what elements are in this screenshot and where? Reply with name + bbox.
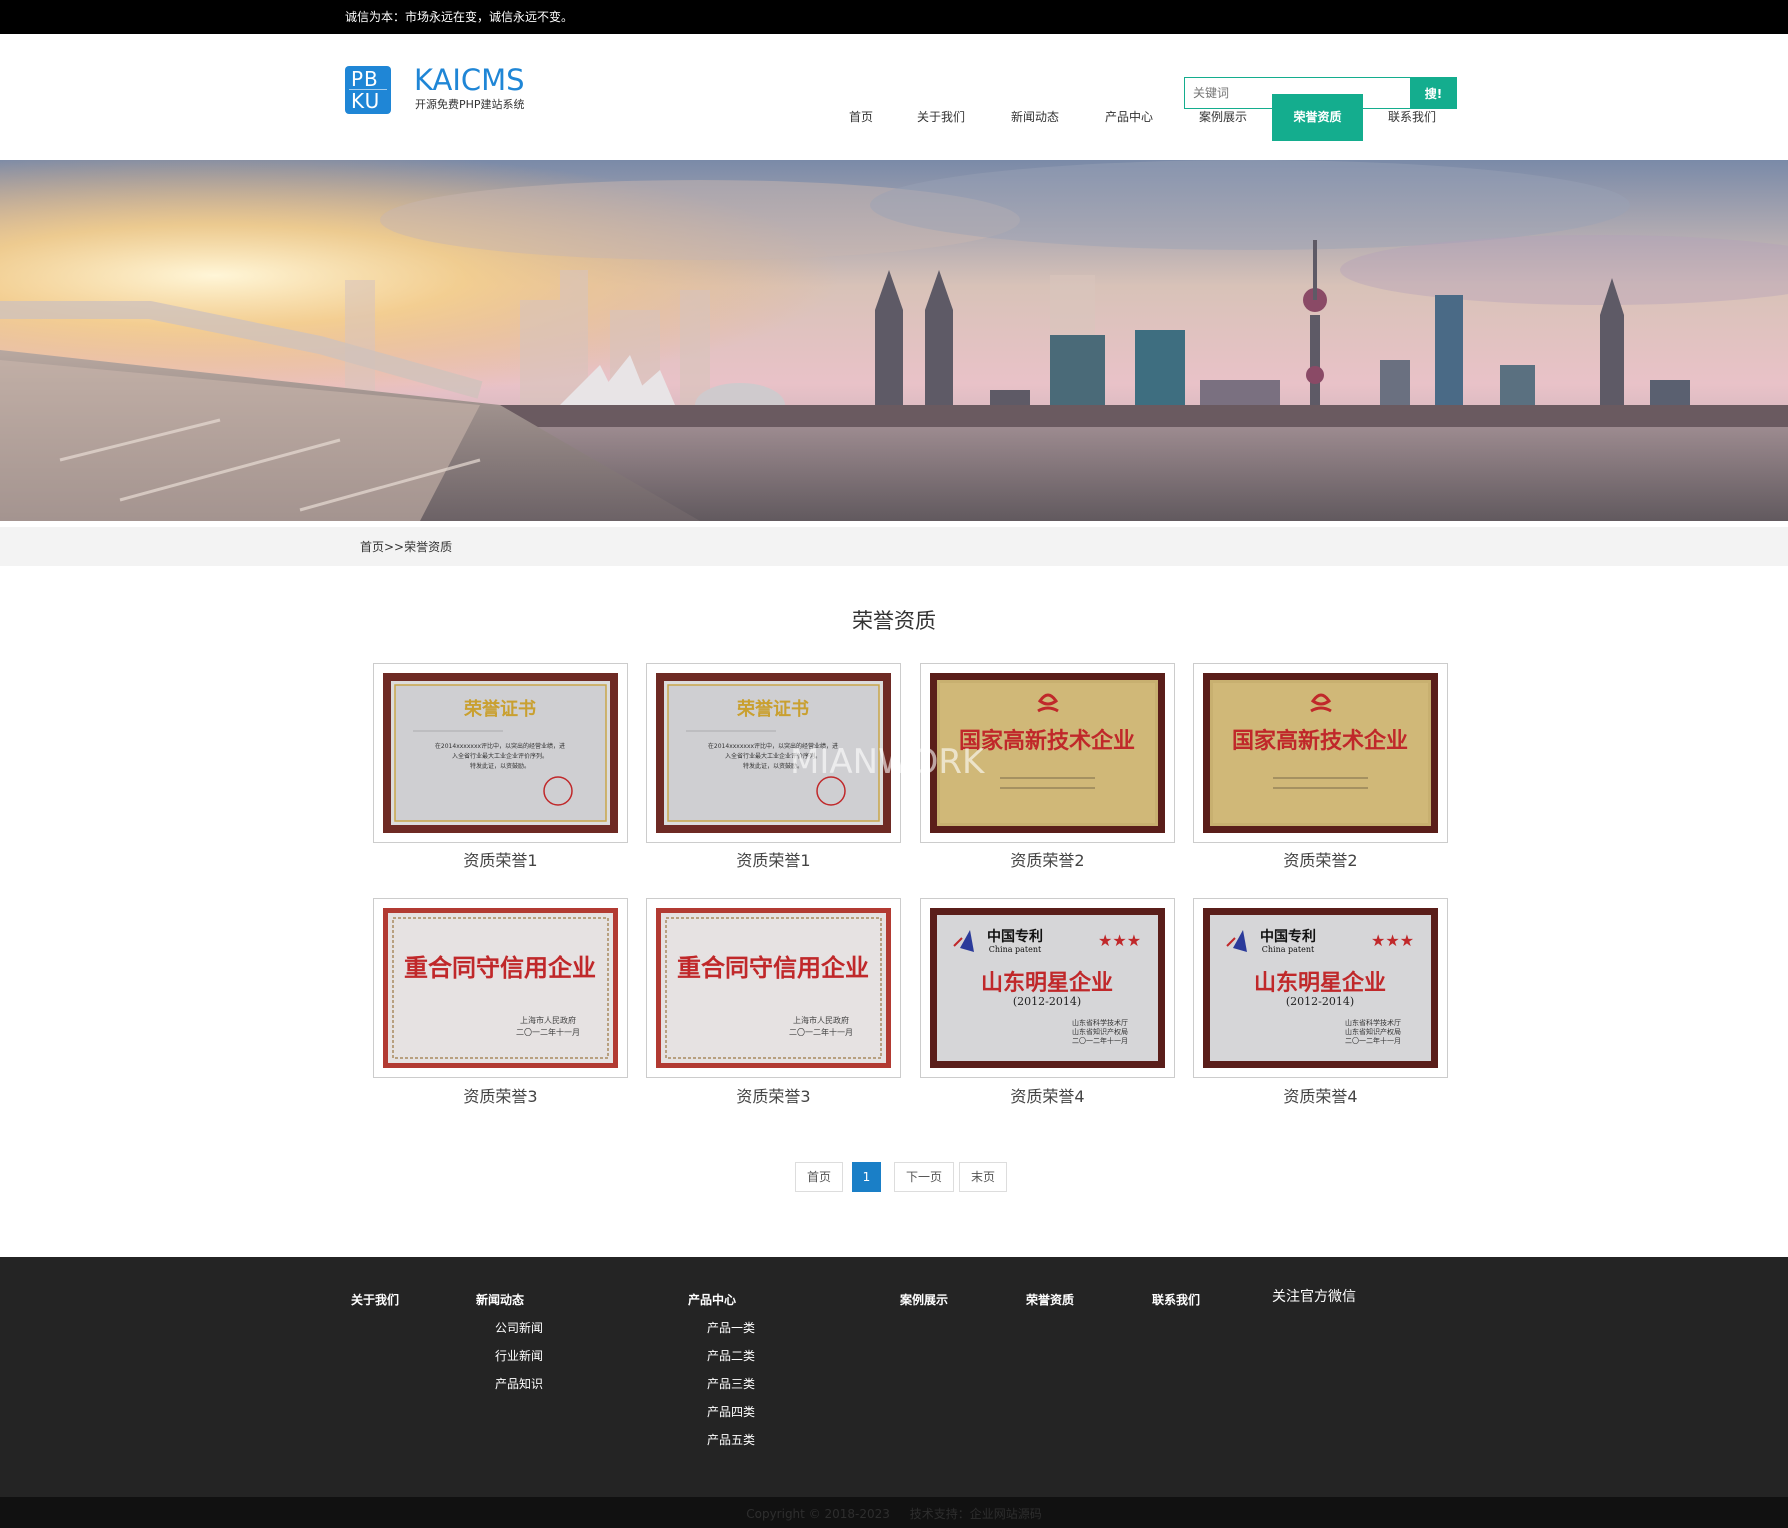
footer-heading-cases[interactable]: 案例展示 — [900, 1292, 948, 1308]
footer-heading-honors[interactable]: 荣誉资质 — [1026, 1292, 1074, 1308]
honor-card-caption[interactable]: 资质荣誉3 — [373, 1087, 628, 1107]
svg-text:山东省知识产权局: 山东省知识产权局 — [1345, 1027, 1401, 1036]
logo-mark-line2: KU — [351, 89, 381, 113]
nav-item-honors[interactable]: 荣誉资质 — [1272, 94, 1363, 141]
footer-link[interactable]: 产品一类 — [707, 1320, 755, 1336]
cert-title: 荣誉证书 — [463, 698, 536, 720]
honor-card-caption[interactable]: 资质荣誉1 — [373, 851, 628, 871]
copyright-line: Copyright © 2018-2023 技术支持：企业网站源码 — [0, 1506, 1788, 1522]
nav-item-products[interactable]: 产品中心 — [1094, 94, 1164, 141]
footer-link[interactable]: 公司新闻 — [495, 1320, 543, 1336]
footer-heading-news[interactable]: 新闻动态 — [476, 1292, 524, 1308]
hightech-plaque-icon: 国家高新技术企业 — [1203, 673, 1438, 833]
honor-card-caption[interactable]: 资质荣誉4 — [1193, 1087, 1448, 1107]
city-skyline-image — [0, 160, 1788, 521]
footer-link[interactable]: 产品知识 — [495, 1376, 543, 1392]
pagination-current[interactable]: 1 — [852, 1162, 881, 1192]
svg-text:(2012-2014): (2012-2014) — [1013, 995, 1081, 1008]
footer-link[interactable]: 产品五类 — [707, 1432, 755, 1448]
footer-heading-products[interactable]: 产品中心 — [688, 1292, 736, 1308]
top-slogan: 诚信为本：市场永远在变，诚信永远不变。 — [345, 10, 574, 24]
pagination-next[interactable]: 下一页 — [894, 1162, 954, 1192]
cert-title: 山东明星企业 — [981, 970, 1113, 996]
cert-title: 荣誉证书 — [736, 698, 809, 720]
honor-card-caption[interactable]: 资质荣誉3 — [646, 1087, 901, 1107]
breadcrumb[interactable]: 首页>>荣誉资质 — [360, 540, 452, 554]
footer-link[interactable]: 产品三类 — [707, 1376, 755, 1392]
footer-heading-about[interactable]: 关于我们 — [351, 1292, 399, 1308]
site-header: PB KU KAICMS 开源免费PHP建站系统 搜! — [0, 34, 1788, 160]
svg-text:山东省知识产权局: 山东省知识产权局 — [1072, 1027, 1128, 1036]
svg-text:山东省科学技术厅: 山东省科学技术厅 — [1072, 1018, 1128, 1027]
nav-item-news[interactable]: 新闻动态 — [1000, 94, 1070, 141]
svg-text:中国专利: 中国专利 — [987, 928, 1043, 945]
svg-text:★★★: ★★★ — [1098, 931, 1141, 950]
svg-text:China patent: China patent — [989, 945, 1042, 954]
cert-title: 重合同守信用企业 — [677, 954, 869, 982]
svg-text:★★★: ★★★ — [1371, 931, 1414, 950]
honor-card-caption[interactable]: 资质荣誉2 — [1193, 851, 1448, 871]
honor-card-caption[interactable]: 资质荣誉4 — [920, 1087, 1175, 1107]
svg-text:山东省科学技术厅: 山东省科学技术厅 — [1345, 1018, 1401, 1027]
nav-item-contact[interactable]: 联系我们 — [1377, 94, 1447, 141]
patent-plaque-icon: 中国专利 China patent ★★★ 山东明星企业 (2012-2014)… — [1203, 908, 1438, 1068]
svg-text:上海市人民政府: 上海市人民政府 — [520, 1015, 576, 1025]
credit-plaque-icon: 重合同守信用企业 上海市人民政府 二〇一二年十一月 — [656, 908, 891, 1068]
svg-text:二〇一二年十一月: 二〇一二年十一月 — [1072, 1036, 1128, 1045]
svg-text:China patent: China patent — [1262, 945, 1315, 954]
logo-mark-line1: PB — [351, 67, 379, 91]
nav-item-about[interactable]: 关于我们 — [906, 94, 976, 141]
honor-card[interactable]: 重合同守信用企业 上海市人民政府 二〇一二年十一月 — [646, 898, 901, 1078]
nav-item-cases[interactable]: 案例展示 — [1188, 94, 1258, 141]
svg-text:在2014xxxxxxx评比中，以突出的经营业绩，进: 在2014xxxxxxx评比中，以突出的经营业绩，进 — [435, 742, 565, 750]
cert-title: 国家高新技术企业 — [1232, 728, 1408, 754]
support-text[interactable]: 技术支持：企业网站源码 — [910, 1507, 1042, 1521]
nav-item-home[interactable]: 首页 — [832, 94, 890, 141]
svg-text:入全省行业最大工业企业评价序列。: 入全省行业最大工业企业评价序列。 — [452, 752, 548, 760]
patent-plaque-icon: 中国专利 China patent ★★★ 山东明星企业 (2012-2014)… — [930, 908, 1165, 1068]
honor-card[interactable]: 中国专利 China patent ★★★ 山东明星企业 (2012-2014)… — [920, 898, 1175, 1078]
footer-link[interactable]: 产品二类 — [707, 1348, 755, 1364]
honor-card[interactable]: 重合同守信用企业 上海市人民政府 二〇一二年十一月 — [373, 898, 628, 1078]
credit-plaque-icon: 重合同守信用企业 上海市人民政府 二〇一二年十一月 — [383, 908, 618, 1068]
footer-link[interactable]: 产品四类 — [707, 1404, 755, 1420]
page-title: 荣誉资质 — [852, 609, 936, 633]
svg-text:(2012-2014): (2012-2014) — [1286, 995, 1354, 1008]
honor-card-caption[interactable]: 资质荣誉1 — [646, 851, 901, 871]
logo-name[interactable]: KAICMS — [414, 64, 525, 96]
footer-heading-contact[interactable]: 联系我们 — [1152, 1292, 1200, 1308]
honor-card[interactable]: 中国专利 China patent ★★★ 山东明星企业 (2012-2014)… — [1193, 898, 1448, 1078]
logo-tagline: 开源免费PHP建站系统 — [415, 98, 525, 111]
breadcrumb-bar: 首页>>荣誉资质 — [0, 527, 1788, 566]
honor-card[interactable]: 荣誉证书 在2014xxxxxxx评比中，以突出的经营业绩，进 入全省行业最大工… — [373, 663, 628, 843]
copyright-text: Copyright © 2018-2023 — [746, 1507, 890, 1521]
honor-certificate-icon: 荣誉证书 在2014xxxxxxx评比中，以突出的经营业绩，进 入全省行业最大工… — [383, 673, 618, 833]
svg-text:上海市人民政府: 上海市人民政府 — [793, 1015, 849, 1025]
logo-mark-icon[interactable]: PB KU — [345, 66, 391, 114]
cert-title: 山东明星企业 — [1254, 970, 1386, 996]
svg-text:二〇一二年十一月: 二〇一二年十一月 — [1345, 1036, 1401, 1045]
pagination-first[interactable]: 首页 — [795, 1162, 843, 1192]
footer-link[interactable]: 行业新闻 — [495, 1348, 543, 1364]
svg-text:二〇一二年十一月: 二〇一二年十一月 — [516, 1027, 580, 1037]
watermark-text: MIANWORK — [790, 742, 985, 782]
svg-text:特发此证，以资鼓励。: 特发此证，以资鼓励。 — [470, 762, 530, 770]
svg-text:二〇一二年十一月: 二〇一二年十一月 — [789, 1027, 853, 1037]
honor-card[interactable]: 国家高新技术企业 — [1193, 663, 1448, 843]
pagination-last[interactable]: 末页 — [959, 1162, 1007, 1192]
copyright-bar: Copyright © 2018-2023 技术支持：企业网站源码 — [0, 1497, 1788, 1528]
top-bar: 诚信为本：市场永远在变，诚信永远不变。 — [0, 0, 1788, 34]
cert-title: 重合同守信用企业 — [404, 954, 596, 982]
site-footer: 关于我们 新闻动态 公司新闻 行业新闻 产品知识 产品中心 产品一类 产品二类 … — [0, 1257, 1788, 1497]
hero-banner — [0, 160, 1788, 521]
cert-title: 国家高新技术企业 — [959, 728, 1135, 754]
footer-wechat-label: 关注官方微信 — [1272, 1289, 1356, 1305]
honor-card-caption[interactable]: 资质荣誉2 — [920, 851, 1175, 871]
svg-text:中国专利: 中国专利 — [1260, 928, 1316, 945]
